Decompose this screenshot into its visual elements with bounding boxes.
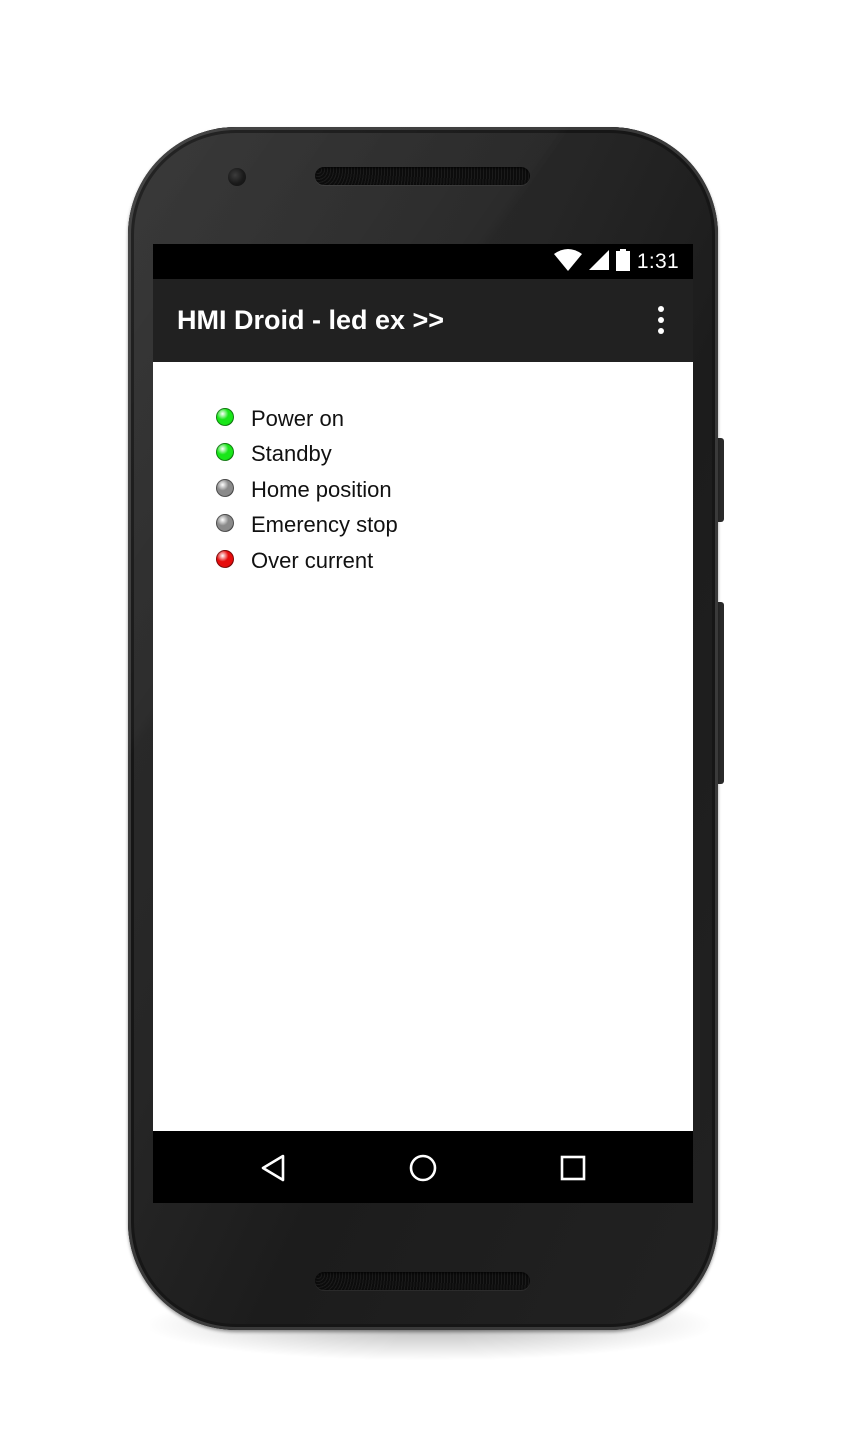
recents-icon[interactable] [553, 1148, 593, 1188]
led-indicator-icon [216, 443, 234, 462]
front-camera [228, 168, 246, 186]
led-item-emergency-stop: Emerency stop [216, 508, 398, 544]
bottom-speaker-grille [315, 1272, 530, 1290]
led-label: Emerency stop [251, 512, 398, 538]
status-icons: 1:31 [553, 248, 679, 276]
led-indicator-icon [216, 478, 234, 497]
led-item-over-current: Over current [216, 543, 398, 579]
wifi-icon [553, 248, 582, 276]
led-label: Standby [251, 441, 332, 467]
app-title: HMI Droid - led ex >> [177, 305, 445, 335]
app-bar: HMI Droid - led ex >> [153, 279, 693, 362]
led-indicator-icon [216, 407, 234, 426]
status-time: 1:31 [636, 250, 679, 273]
phone-screen: 1:31 HMI Droid - led ex >> Power on Stan… [153, 244, 693, 1203]
home-icon[interactable] [403, 1148, 443, 1188]
led-list: Power on Standby Home position Emerency … [216, 401, 398, 579]
led-item-home-position: Home position [216, 472, 398, 508]
led-item-standby: Standby [216, 437, 398, 473]
led-indicator-icon [216, 514, 234, 533]
back-icon[interactable] [253, 1148, 293, 1188]
cell-signal-icon [588, 249, 609, 275]
more-vert-icon[interactable] [649, 303, 673, 337]
status-bar: 1:31 [153, 244, 693, 279]
top-speaker-grille [315, 167, 530, 185]
led-label: Over current [251, 547, 374, 573]
navigation-bar [153, 1131, 693, 1203]
led-label: Power on [251, 405, 344, 431]
battery-icon [615, 248, 630, 276]
led-item-power-on: Power on [216, 401, 398, 437]
led-label: Home position [251, 476, 392, 502]
content-area: Power on Standby Home position Emerency … [153, 362, 693, 1131]
led-indicator-icon [216, 549, 234, 568]
